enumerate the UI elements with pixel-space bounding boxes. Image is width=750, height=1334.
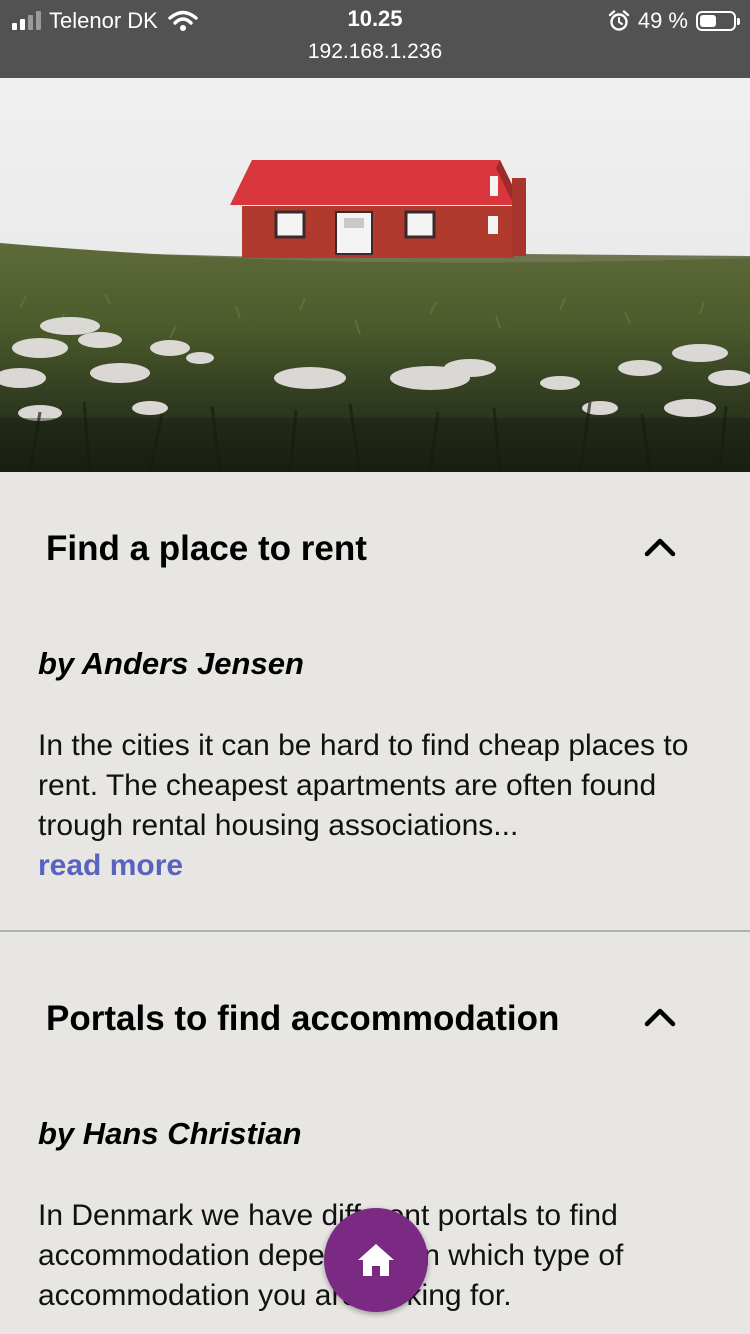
home-icon [358, 1244, 394, 1276]
alarm-icon [608, 10, 630, 31]
battery-percent: 49 % [637, 8, 688, 33]
read-more-link[interactable]: read more [38, 849, 183, 882]
home-button[interactable] [324, 1208, 428, 1312]
chevron-up-icon[interactable] [640, 532, 680, 562]
article-author: by Hans Christian [38, 1116, 302, 1151]
battery-icon [696, 11, 740, 31]
status-bar: Telenor DK 10.25 192.168.1.236 49 % [0, 0, 750, 78]
status-right: 49 % [608, 6, 740, 36]
battery-fill [700, 15, 716, 27]
article-excerpt-text: In the cities it can be hard to find che… [38, 729, 689, 842]
article-excerpt: In the cities it can be hard to find che… [38, 726, 728, 886]
article-title[interactable]: Find a place to rent [46, 529, 367, 569]
article-title[interactable]: Portals to find accommodation [46, 999, 559, 1039]
address-url[interactable]: 192.168.1.236 [0, 40, 750, 64]
article-card: Find a place to rent by Anders Jensen In… [0, 472, 750, 932]
hero-house-image [0, 78, 750, 472]
chevron-up-icon[interactable] [640, 1002, 680, 1032]
article-author: by Anders Jensen [38, 646, 304, 681]
